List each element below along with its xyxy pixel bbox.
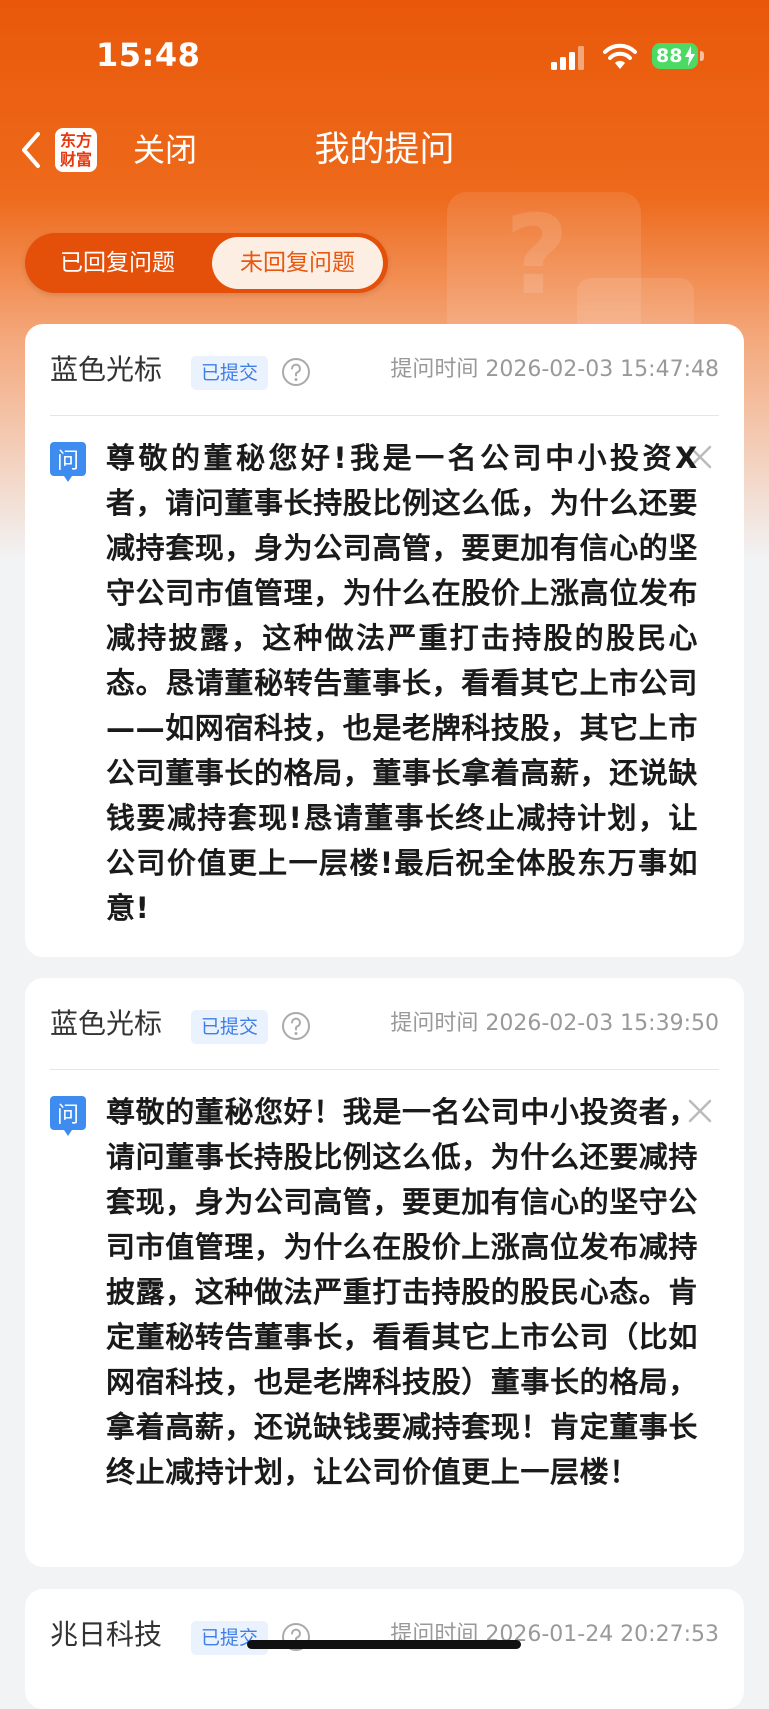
question-time: 提问时间 2026-02-03 15:39:50 [390,1011,719,1036]
question-icon: 问 [50,1096,86,1136]
question-text: 尊敬的董秘您好！我是一名公司中小投资者，请问董事长持股比例这么低，为什么还要减持… [106,1095,699,1489]
company-name[interactable]: 兆日科技 [50,1613,162,1657]
home-indicator [247,1640,521,1649]
tab-replied[interactable]: 已回复问题 [25,233,210,293]
signal-icon [551,46,584,70]
svg-text:问: 问 [57,1103,79,1128]
question-time: 提问时间 2026-02-03 15:47:48 [390,357,719,382]
question-card: 蓝色光标 已提交 提问时间 2026-02-03 15:39:50 问 尊敬的董… [25,978,744,1567]
card-header: 蓝色光标 已提交 提问时间 2026-02-03 15:47:48 [25,324,744,416]
card-header: 蓝色光标 已提交 提问时间 2026-02-03 15:39:50 [25,978,744,1070]
card-header: 兆日科技 已提交 提问时间 2026-01-24 20:27:53 [25,1589,744,1681]
divider [50,415,719,416]
svg-text:问: 问 [57,449,79,474]
question-card: 兆日科技 已提交 提问时间 2026-01-24 20:27:53 [25,1589,744,1709]
charging-bolt-icon [685,46,695,66]
tab-unreplied[interactable]: 未回复问题 [212,237,383,289]
tab-switcher: 已回复问题 未回复问题 [25,233,388,293]
divider [50,1069,719,1070]
wifi-icon [603,43,637,69]
question-icon: 问 [50,442,86,482]
battery-level: 88 [656,45,683,67]
status-badge: 已提交 [191,1621,269,1655]
status-time: 15:48 [96,36,201,74]
battery-indicator: 88 [652,43,698,69]
question-text: 尊敬的董秘您好!我是一名公司中小投资X者，请问董事长持股比例这么低，为什么还要减… [106,441,699,925]
question-card: 蓝色光标 已提交 提问时间 2026-02-03 15:47:48 问 尊敬的董… [25,324,744,957]
help-icon[interactable] [281,1011,311,1041]
question-mark-decoration: ? [505,191,569,319]
status-badge: 已提交 [191,1010,269,1044]
page-title: 我的提问 [314,130,455,170]
company-name[interactable]: 蓝色光标 [50,1002,162,1046]
status-bar: 15:48 88 [0,0,769,110]
battery-cap [700,51,704,61]
company-name[interactable]: 蓝色光标 [50,348,162,392]
status-badge: 已提交 [191,356,269,390]
nav-bar: 东方 财富 关闭 我的提问 [0,110,769,190]
question-time: 提问时间 2026-01-24 20:27:53 [390,1622,719,1647]
help-icon[interactable] [281,357,311,387]
